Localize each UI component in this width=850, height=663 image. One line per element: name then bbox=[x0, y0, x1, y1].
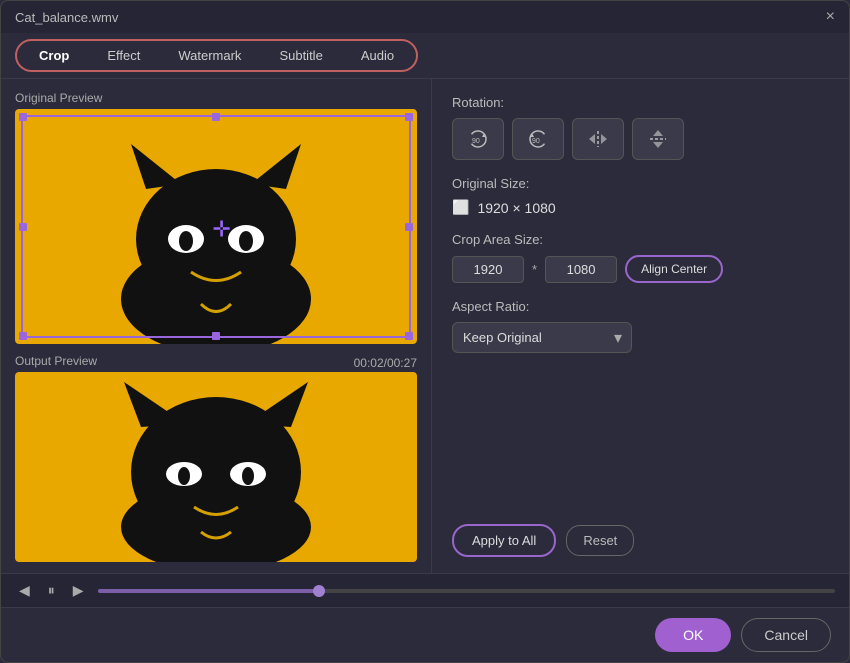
cat-figure-output bbox=[86, 382, 346, 562]
original-preview-label: Original Preview bbox=[15, 91, 417, 105]
crop-width-input[interactable] bbox=[452, 256, 524, 283]
original-preview-section: Original Preview bbox=[15, 91, 417, 344]
footer: OK Cancel bbox=[1, 607, 849, 662]
step-back-button[interactable]: ◀ bbox=[15, 580, 34, 601]
tabs-row: Crop Effect Watermark Subtitle Audio bbox=[1, 33, 849, 79]
pause-button[interactable]: ⏸ bbox=[44, 580, 59, 601]
progress-bar[interactable] bbox=[98, 589, 835, 593]
crop-height-input[interactable] bbox=[545, 256, 617, 283]
output-preview-section: Output Preview 00:02/00:27 bbox=[15, 354, 417, 562]
rotate-cw-icon: 90 bbox=[467, 128, 489, 150]
tab-audio[interactable]: Audio bbox=[343, 43, 412, 68]
size-frame-icon: ⬜ bbox=[452, 199, 469, 216]
window-title: Cat_balance.wmv bbox=[15, 10, 118, 25]
aspect-ratio-label: Aspect Ratio: bbox=[452, 299, 829, 314]
output-preview-label: Output Preview bbox=[15, 354, 97, 368]
crop-area-row: * Align Center bbox=[452, 255, 829, 283]
crop-sep: * bbox=[532, 262, 537, 277]
output-label-row: Output Preview 00:02/00:27 bbox=[15, 354, 417, 372]
aspect-ratio-wrapper: Keep Original 16:9 4:3 1:1 9:16 Custom bbox=[452, 322, 632, 353]
tabs-wrapper: Crop Effect Watermark Subtitle Audio bbox=[15, 39, 418, 72]
flip-v-button[interactable] bbox=[632, 118, 684, 160]
aspect-ratio-section: Aspect Ratio: Keep Original 16:9 4:3 1:1… bbox=[452, 299, 829, 353]
crop-area-section: Crop Area Size: * Align Center bbox=[452, 232, 829, 283]
progress-thumb[interactable] bbox=[313, 585, 325, 597]
original-size-section: Original Size: ⬜ 1920 × 1080 bbox=[452, 176, 829, 216]
crop-area-label: Crop Area Size: bbox=[452, 232, 829, 247]
close-button[interactable]: × bbox=[826, 9, 835, 25]
apply-all-button[interactable]: Apply to All bbox=[452, 524, 556, 557]
right-panel: Rotation: 90 90 bbox=[431, 79, 849, 573]
flip-h-icon bbox=[587, 128, 609, 150]
controls-bar: ◀ ⏸ ▶ bbox=[1, 573, 849, 607]
original-preview-box: ✛ bbox=[15, 109, 417, 344]
tab-effect[interactable]: Effect bbox=[89, 43, 158, 68]
tab-subtitle[interactable]: Subtitle bbox=[261, 43, 340, 68]
rotation-section: Rotation: 90 90 bbox=[452, 95, 829, 160]
app-window: Cat_balance.wmv × Crop Effect Watermark … bbox=[0, 0, 850, 663]
ok-button[interactable]: OK bbox=[655, 618, 731, 652]
cat-figure-original bbox=[86, 134, 346, 344]
output-preview-box bbox=[15, 372, 417, 562]
reset-button[interactable]: Reset bbox=[566, 525, 634, 556]
svg-text:90: 90 bbox=[532, 138, 540, 145]
time-display: 00:02/00:27 bbox=[354, 356, 417, 370]
content-area: Original Preview bbox=[1, 79, 849, 573]
rotate-ccw-button[interactable]: 90 bbox=[512, 118, 564, 160]
flip-v-icon bbox=[647, 128, 669, 150]
step-forward-button[interactable]: ▶ bbox=[69, 580, 88, 601]
original-size-value: 1920 × 1080 bbox=[477, 200, 555, 216]
align-center-button[interactable]: Align Center bbox=[625, 255, 723, 283]
title-bar: Cat_balance.wmv × bbox=[1, 1, 849, 33]
cancel-button[interactable]: Cancel bbox=[741, 618, 831, 652]
orig-size-row: ⬜ 1920 × 1080 bbox=[452, 199, 829, 216]
left-panel: Original Preview bbox=[1, 79, 431, 573]
rotate-cw-button[interactable]: 90 bbox=[452, 118, 504, 160]
action-buttons-row: Apply to All Reset bbox=[452, 524, 829, 557]
tab-crop[interactable]: Crop bbox=[21, 43, 87, 68]
progress-fill bbox=[98, 589, 319, 593]
aspect-ratio-select[interactable]: Keep Original 16:9 4:3 1:1 9:16 Custom bbox=[452, 322, 632, 353]
original-size-label: Original Size: bbox=[452, 176, 829, 191]
rotation-buttons: 90 90 bbox=[452, 118, 829, 160]
svg-text:90: 90 bbox=[472, 138, 480, 145]
rotate-ccw-icon: 90 bbox=[527, 128, 549, 150]
tab-watermark[interactable]: Watermark bbox=[160, 43, 259, 68]
rotation-label: Rotation: bbox=[452, 95, 829, 110]
flip-h-button[interactable] bbox=[572, 118, 624, 160]
